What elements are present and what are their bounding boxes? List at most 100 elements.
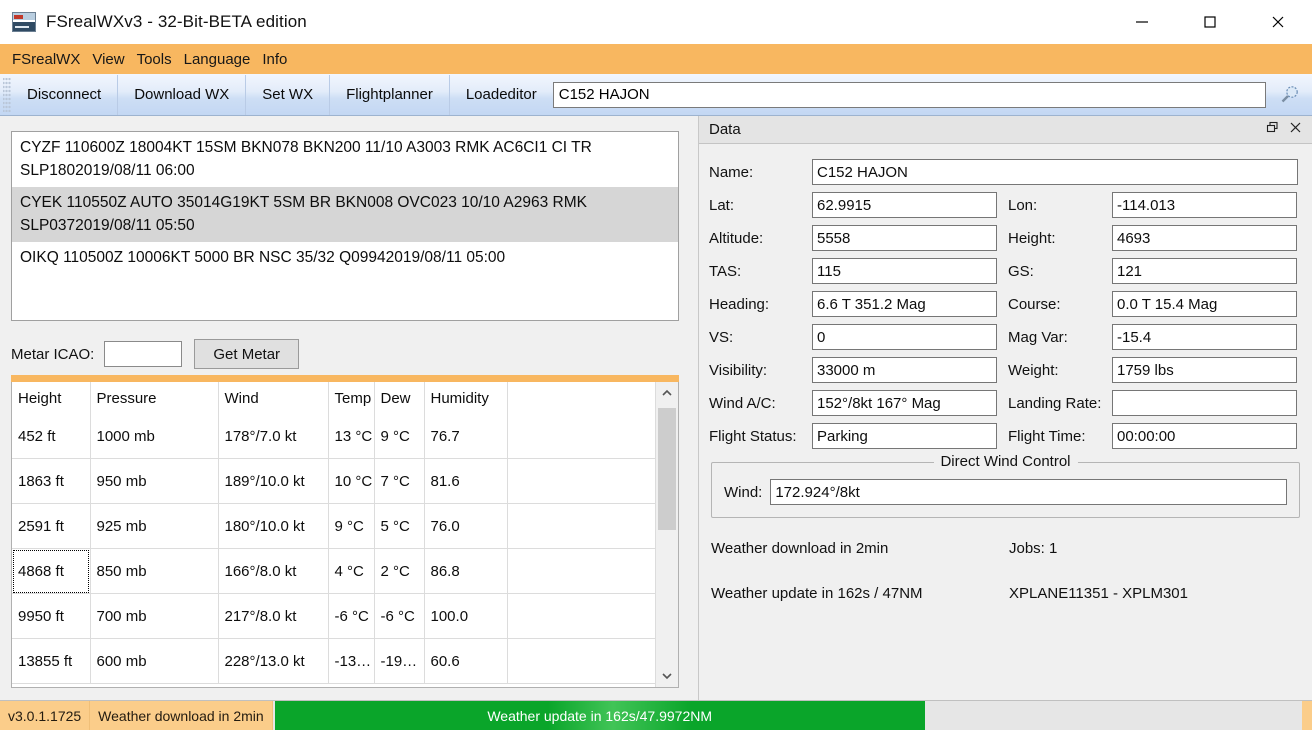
gs-field[interactable]: 121: [1112, 258, 1297, 284]
cell-height[interactable]: 452 ft: [12, 414, 91, 459]
cell-wind[interactable]: 228°/13.0 kt: [218, 638, 329, 684]
cell-temp[interactable]: 10 °C: [328, 458, 375, 504]
visibility-field[interactable]: 33000 m: [812, 357, 997, 383]
cell-wind[interactable]: 217°/8.0 kt: [218, 593, 329, 639]
cell-dew[interactable]: -6 °C: [374, 593, 425, 639]
lon-field[interactable]: -114.013: [1112, 192, 1297, 218]
field-row-status-time: Flight Status: Parking Flight Time: 00:0…: [709, 423, 1302, 449]
cell-pressure[interactable]: 925 mb: [90, 503, 219, 549]
column-header-height[interactable]: Height: [12, 382, 91, 414]
maximize-icon[interactable]: [1176, 0, 1244, 44]
menu-item-view[interactable]: View: [86, 49, 130, 70]
cell-humidity[interactable]: 81.6: [424, 458, 508, 504]
landing-rate-field[interactable]: [1112, 390, 1297, 416]
list-item[interactable]: CYEK 110550Z AUTO 35014G19KT 5SM BR BKN0…: [12, 187, 678, 242]
toolbar-drag-grip[interactable]: [3, 77, 11, 112]
cell-wind[interactable]: 178°/7.0 kt: [218, 414, 329, 459]
chevron-up-icon[interactable]: [656, 382, 678, 404]
cell-dew[interactable]: 2 °C: [374, 548, 425, 594]
cell-humidity[interactable]: 60.6: [424, 638, 508, 684]
table-row[interactable]: 13855 ft 600 mb 228°/13.0 kt -13… -19… 6…: [12, 638, 655, 684]
flightplanner-button[interactable]: Flightplanner: [330, 74, 450, 115]
cell-dew[interactable]: 7 °C: [374, 458, 425, 504]
disconnect-button[interactable]: Disconnect: [11, 74, 119, 115]
mag-var-field[interactable]: -15.4: [1112, 324, 1297, 350]
table-row[interactable]: 1863 ft 950 mb 189°/10.0 kt 10 °C 7 °C 8…: [12, 458, 655, 504]
course-field[interactable]: 0.0 T 15.4 Mag: [1112, 291, 1297, 317]
set-wx-button[interactable]: Set WX: [246, 74, 331, 115]
list-item[interactable]: OIKQ 110500Z 10006KT 5000 BR NSC 35/32 Q…: [12, 242, 678, 274]
cell-pressure[interactable]: 700 mb: [90, 593, 219, 639]
table-row[interactable]: 452 ft 1000 mb 178°/7.0 kt 13 °C 9 °C 76…: [12, 414, 655, 459]
cell-temp[interactable]: -13…: [328, 638, 375, 684]
close-icon[interactable]: [1244, 0, 1312, 44]
column-header-temp[interactable]: Temp: [328, 382, 375, 414]
cell-pressure[interactable]: 850 mb: [90, 548, 219, 594]
cell-temp[interactable]: -6 °C: [328, 593, 375, 639]
column-header-dew[interactable]: Dew: [374, 382, 425, 414]
table-row[interactable]: 4868 ft 850 mb 166°/8.0 kt 4 °C 2 °C 86.…: [12, 548, 655, 594]
cell-temp[interactable]: 13 °C: [328, 414, 375, 459]
cell-humidity[interactable]: 76.0: [424, 503, 508, 549]
cell-wind[interactable]: 166°/8.0 kt: [218, 548, 329, 594]
vs-field[interactable]: 0: [812, 324, 997, 350]
loadeditor-button[interactable]: Loadeditor: [450, 75, 553, 115]
heading-field[interactable]: 6.6 T 351.2 Mag: [812, 291, 997, 317]
column-header-humidity[interactable]: Humidity: [424, 382, 508, 414]
table-row[interactable]: 9950 ft 700 mb 217°/8.0 kt -6 °C -6 °C 1…: [12, 593, 655, 639]
cell-temp[interactable]: 9 °C: [328, 503, 375, 549]
cell-dew[interactable]: -19…: [374, 638, 425, 684]
cell-humidity[interactable]: 100.0: [424, 593, 508, 639]
cell-height[interactable]: 4868 ft: [12, 548, 91, 594]
flight-status-field[interactable]: Parking: [812, 423, 997, 449]
cell-wind[interactable]: 180°/10.0 kt: [218, 503, 329, 549]
cell-wind[interactable]: 189°/10.0 kt: [218, 458, 329, 504]
cell-pressure[interactable]: 1000 mb: [90, 414, 219, 459]
version-label: v3.0.1.1725: [0, 701, 91, 730]
metar-icao-input[interactable]: [104, 341, 183, 367]
table-scrollbar[interactable]: [655, 382, 678, 687]
minimize-icon[interactable]: [1108, 0, 1176, 44]
list-item[interactable]: CYZF 110600Z 18004KT 15SM BKN078 BKN200 …: [12, 132, 678, 187]
height-field[interactable]: 4693: [1112, 225, 1297, 251]
cell-filler: [507, 414, 655, 459]
lat-field[interactable]: 62.9915: [812, 192, 997, 218]
cell-dew[interactable]: 9 °C: [374, 414, 425, 459]
cell-humidity[interactable]: 76.7: [424, 414, 508, 459]
close-icon[interactable]: [1289, 121, 1302, 139]
table-row[interactable]: 2591 ft 925 mb 180°/10.0 kt 9 °C 5 °C 76…: [12, 503, 655, 549]
altitude-field[interactable]: 5558: [812, 225, 997, 251]
download-wx-button[interactable]: Download WX: [118, 74, 247, 115]
cell-pressure[interactable]: 600 mb: [90, 638, 219, 684]
menu-item-language[interactable]: Language: [178, 49, 257, 70]
status-row-update: Weather update in 162s / 47NM XPLANE1135…: [711, 585, 1300, 602]
magnifier-icon[interactable]: [1268, 75, 1312, 115]
direct-wind-field[interactable]: 172.924°/8kt: [770, 479, 1287, 505]
cell-dew[interactable]: 5 °C: [374, 503, 425, 549]
tas-field[interactable]: 115: [812, 258, 997, 284]
cell-humidity[interactable]: 86.8: [424, 548, 508, 594]
cell-height[interactable]: 9950 ft: [12, 593, 91, 639]
cell-pressure[interactable]: 950 mb: [90, 458, 219, 504]
menu-item-fsrealwx[interactable]: FSrealWX: [6, 49, 86, 70]
aircraft-input[interactable]: C152 HAJON: [552, 81, 1266, 108]
metar-list[interactable]: CYZF 110600Z 18004KT 15SM BKN078 BKN200 …: [11, 131, 679, 321]
weight-field[interactable]: 1759 lbs: [1112, 357, 1297, 383]
name-field[interactable]: C152 HAJON: [812, 159, 1298, 185]
field-row-visibility-weight: Visibility: 33000 m Weight: 1759 lbs: [709, 357, 1302, 383]
menu-item-info[interactable]: Info: [256, 49, 293, 70]
cell-height[interactable]: 13855 ft: [12, 638, 91, 684]
cell-height[interactable]: 1863 ft: [12, 458, 91, 504]
wind-ac-field[interactable]: 152°/8kt 167° Mag: [812, 390, 997, 416]
column-header-pressure[interactable]: Pressure: [90, 382, 219, 414]
flight-time-field[interactable]: 00:00:00: [1112, 423, 1297, 449]
column-header-wind[interactable]: Wind: [218, 382, 329, 414]
accent-strip: [11, 375, 679, 382]
scrollbar-thumb[interactable]: [658, 408, 676, 530]
cell-temp[interactable]: 4 °C: [328, 548, 375, 594]
get-metar-button[interactable]: Get Metar: [194, 339, 300, 369]
menu-item-tools[interactable]: Tools: [131, 49, 178, 70]
cell-height[interactable]: 2591 ft: [12, 503, 91, 549]
restore-window-icon[interactable]: [1266, 121, 1279, 139]
chevron-down-icon[interactable]: [656, 665, 678, 687]
